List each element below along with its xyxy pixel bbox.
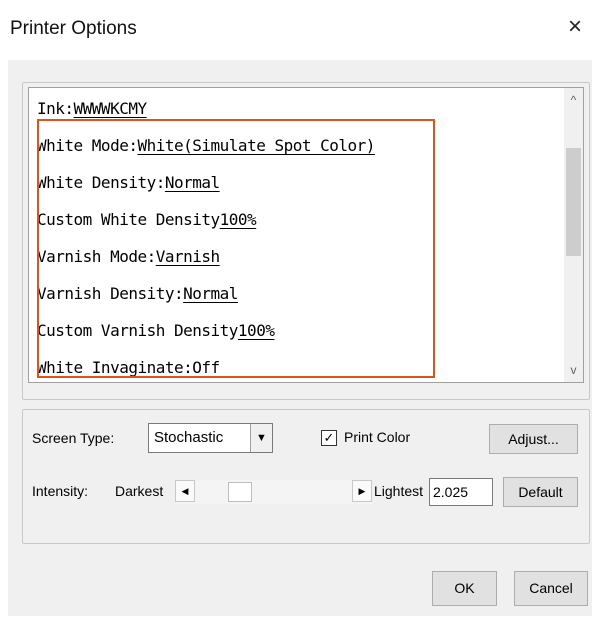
options-listbox[interactable]: Ink:WWWWKCMY White Mode:White(Simulate S… <box>28 87 584 383</box>
print-color-checkbox[interactable]: ✓ <box>321 430 337 446</box>
adjust-button[interactable]: Adjust... <box>489 424 578 454</box>
close-icon[interactable]: × <box>562 14 588 40</box>
vertical-scrollbar[interactable]: ^ v <box>564 88 583 382</box>
intensity-slider[interactable]: ◀ ▶ <box>175 480 372 504</box>
cancel-button[interactable]: Cancel <box>514 571 588 606</box>
slider-right-arrow-icon[interactable]: ▶ <box>352 480 372 502</box>
list-item-varnish-density[interactable]: Varnish Density:Normal <box>37 281 557 318</box>
list-item-custom-white-density[interactable]: Custom White Density100% <box>37 207 557 244</box>
print-color-label: Print Color <box>344 429 411 445</box>
ok-button[interactable]: OK <box>432 571 497 606</box>
intensity-value-field[interactable]: 2.025 <box>429 478 493 506</box>
scroll-thumb[interactable] <box>566 148 581 256</box>
default-button[interactable]: Default <box>503 477 578 507</box>
list-item-white-invaginate[interactable]: White Invaginate:Off <box>37 355 557 382</box>
scroll-up-icon[interactable]: ^ <box>564 90 583 110</box>
options-lines: Ink:WWWWKCMY White Mode:White(Simulate S… <box>37 96 557 382</box>
screen-type-select[interactable]: Stochastic ▼ <box>148 423 273 453</box>
darkest-label: Darkest <box>115 483 164 499</box>
screen-type-label: Screen Type: <box>32 430 115 446</box>
list-item-custom-varnish-density[interactable]: Custom Varnish Density100% <box>37 318 557 355</box>
slider-thumb[interactable] <box>228 482 252 502</box>
screen-type-value: Stochastic <box>154 429 224 446</box>
dialog-title: Printer Options <box>10 18 137 39</box>
list-item-white-mode[interactable]: White Mode:White(Simulate Spot Color) <box>37 133 557 170</box>
intensity-label: Intensity: <box>32 483 89 499</box>
lightest-label: Lightest <box>374 483 424 499</box>
chevron-down-icon[interactable]: ▼ <box>250 424 272 452</box>
list-item-white-density[interactable]: White Density:Normal <box>37 170 557 207</box>
dialog-body: Ink:WWWWKCMY White Mode:White(Simulate S… <box>8 60 592 616</box>
list-item-ink[interactable]: Ink:WWWWKCMY <box>37 96 557 133</box>
list-item-varnish-mode[interactable]: Varnish Mode:Varnish <box>37 244 557 281</box>
scroll-down-icon[interactable]: v <box>564 360 583 380</box>
slider-left-arrow-icon[interactable]: ◀ <box>175 480 195 502</box>
